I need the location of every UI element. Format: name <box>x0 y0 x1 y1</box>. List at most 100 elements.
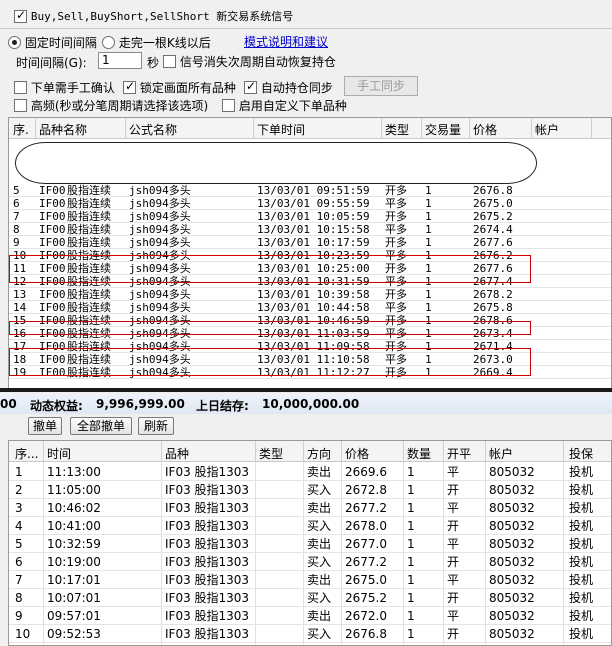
col-header[interactable]: 价格 <box>473 121 497 138</box>
cell-qty: 1 <box>425 197 432 210</box>
auto-sync-checkbox[interactable]: 自动持仓同步 <box>244 79 333 96</box>
radio-fixed-label: 固定时间间隔 <box>24 36 97 50</box>
cell-oc: 平 <box>447 609 460 623</box>
table-row[interactable]: 5 IF00 股指连续 jsh094多头 13/03/01 09:51:59 开多 1 267… <box>9 184 611 197</box>
cell-symbol: IF03 股指1303 <box>165 465 250 479</box>
table-row[interactable]: 2 11:05:00 IF03 股指1303 买入 2672.8 1 开 805032 投机 <box>9 481 611 499</box>
cell-type: 平多 <box>385 197 407 210</box>
signal-type-checkbox[interactable]: Buy,Sell,BuyShort,SellShort 新交易系统信号 <box>14 8 293 24</box>
orders-table-body: 1 11:13:00 IF03 股指1303 卖出 2669.6 1 平 805032 投机 2 1… <box>9 463 611 643</box>
table-row[interactable]: 3 10:46:02 IF03 股指1303 卖出 2677.2 1 平 805032 投机 <box>9 499 611 517</box>
high-frequency-checkbox[interactable]: 高频(秒或分笔周期请选择该选项) <box>14 97 208 114</box>
cell-time: 10:17:01 <box>47 573 101 587</box>
table-row[interactable]: 10 09:52:53 IF03 股指1303 买入 2676.8 1 开 805032 投机 <box>9 625 611 643</box>
col-header[interactable]: 时间 <box>47 445 71 462</box>
cell-price: 2677.6 <box>473 236 513 249</box>
orders-table-header: 序... 时间 品种 类型 方向 价格 数量 开平 帐户 投保 <box>9 441 611 462</box>
table-row[interactable]: 8 IF00 股指连续 jsh094多头 13/03/01 10:15:58 平多 1 267… <box>9 223 611 236</box>
cell-price: 2676.8 <box>473 184 513 197</box>
col-header[interactable]: 方向 <box>307 445 331 462</box>
table-row[interactable]: 7 IF00 股指连续 jsh094多头 13/03/01 10:05:59 开多 1 267… <box>9 210 611 223</box>
table-row[interactable]: 9 09:57:01 IF03 股指1303 卖出 2672.0 1 平 805032 投机 <box>9 607 611 625</box>
cell-type: 开多 <box>385 288 407 301</box>
manual-sync-button[interactable]: 手工同步 <box>344 76 418 96</box>
cell-type: 平多 <box>385 301 407 314</box>
col-header[interactable]: 类型 <box>259 445 283 462</box>
cell-dir: 买入 <box>307 555 332 569</box>
cell-formula: jsh094多头 <box>129 197 191 210</box>
checkbox-unchecked-icon <box>163 55 176 68</box>
table-row[interactable]: 1 11:13:00 IF03 股指1303 卖出 2669.6 1 平 805032 投机 <box>9 463 611 481</box>
table-row[interactable]: 5 10:32:59 IF03 股指1303 卖出 2677.0 1 平 805032 投机 <box>9 535 611 553</box>
cell-oc: 平 <box>447 537 460 551</box>
table-row[interactable]: 7 10:17:01 IF03 股指1303 卖出 2675.0 1 平 805032 投机 <box>9 571 611 589</box>
cell-oc: 开 <box>447 555 460 569</box>
col-header[interactable]: 交易量 <box>425 121 461 138</box>
col-header[interactable]: 帐户 <box>489 445 513 462</box>
cell-type: 开多 <box>385 210 407 223</box>
cell-code: IF00 <box>39 210 66 223</box>
table-row[interactable]: 6 10:19:00 IF03 股指1303 买入 2677.2 1 开 805032 投机 <box>9 553 611 571</box>
radio-after-bar[interactable]: 走完一根K线以后 <box>102 34 211 51</box>
table-row[interactable]: 6 IF00 股指连续 jsh094多头 13/03/01 09:55:59 平多 1 267… <box>9 197 611 210</box>
table-row[interactable]: 8 10:07:01 IF03 股指1303 买入 2675.2 1 开 805032 投机 <box>9 589 611 607</box>
table-row[interactable]: 4 10:41:00 IF03 股指1303 买入 2678.0 1 开 805032 投机 <box>9 517 611 535</box>
cell-acct: 805032 <box>489 483 535 497</box>
lock-all-checkbox[interactable]: 锁定画面所有品种 <box>123 79 236 96</box>
interval-input[interactable]: 1 <box>98 52 142 69</box>
radio-fixed-interval[interactable]: 固定时间间隔 <box>8 34 97 51</box>
checkbox-unchecked-icon <box>14 81 27 94</box>
refresh-button[interactable]: 刷新 <box>138 417 174 435</box>
cell-dir: 买入 <box>307 591 332 605</box>
col-header[interactable]: 帐户 <box>535 121 559 138</box>
cell-qty: 1 <box>407 501 415 515</box>
cell-price: 2677.0 <box>345 537 387 551</box>
cell-hedge: 投机 <box>569 537 594 551</box>
cell-formula: jsh094多头 <box>129 301 191 314</box>
col-header[interactable]: 序. <box>13 121 29 138</box>
col-header[interactable]: 投保 <box>569 445 593 462</box>
table-row[interactable]: 9 IF00 股指连续 jsh094多头 13/03/01 10:17:59 开多 1 267… <box>9 236 611 249</box>
cell-code: IF00 <box>39 184 66 197</box>
cell-no: 6 <box>13 197 20 210</box>
cell-symbol: IF03 股指1303 <box>165 537 250 551</box>
cell-symbol: IF03 股指1303 <box>165 555 250 569</box>
cell-name: 股指连续 <box>67 197 111 210</box>
col-header[interactable]: 序... <box>15 445 38 462</box>
checkbox-checked-icon <box>244 79 257 94</box>
cell-no: 13 <box>13 288 27 301</box>
cell-time: 10:07:01 <box>47 591 101 605</box>
table-row[interactable]: 14 IF00 股指连续 jsh094多头 13/03/01 10:44:58 平多 1 26… <box>9 301 611 314</box>
custom-order-checkbox[interactable]: 启用自定义下单品种 <box>222 97 347 114</box>
cell-oc: 开 <box>447 591 460 605</box>
cell-price: 2678.0 <box>345 519 387 533</box>
restore-position-checkbox[interactable]: 信号消失次周期自动恢复持仓 <box>163 53 336 70</box>
cell-symbol: IF03 股指1303 <box>165 519 250 533</box>
cell-price: 2677.2 <box>345 555 387 569</box>
cancel-order-button[interactable]: 撤单 <box>28 417 62 435</box>
lock-label: 锁定画面所有品种 <box>139 81 236 95</box>
cell-acct: 805032 <box>489 465 535 479</box>
status-fragment: 00 <box>0 397 17 411</box>
cell-oc: 平 <box>447 465 460 479</box>
col-header[interactable]: 品种 <box>165 445 189 462</box>
mode-help-link[interactable]: 模式说明和建议 <box>244 33 328 50</box>
cancel-all-button[interactable]: 全部撤单 <box>70 417 132 435</box>
cell-dir: 卖出 <box>307 573 332 587</box>
cell-name: 股指连续 <box>67 236 111 249</box>
col-header[interactable]: 品种名称 <box>39 121 87 138</box>
panel-divider <box>0 388 612 392</box>
table-row[interactable]: 13 IF00 股指连续 jsh094多头 13/03/01 10:39:58 开多 1 26… <box>9 288 611 301</box>
cell-code: IF00 <box>39 236 66 249</box>
col-header[interactable]: 数量 <box>407 445 431 462</box>
col-header[interactable]: 类型 <box>385 121 409 138</box>
col-header[interactable]: 开平 <box>447 445 471 462</box>
cell-time: 11:13:00 <box>47 465 101 479</box>
cell-qty: 1 <box>425 184 432 197</box>
manual-confirm-checkbox[interactable]: 下单需手工确认 <box>14 79 115 96</box>
col-header[interactable]: 下单时间 <box>257 121 305 138</box>
cell-no: 3 <box>15 501 23 515</box>
col-header[interactable]: 公式名称 <box>129 121 177 138</box>
cell-name: 股指连续 <box>67 288 111 301</box>
col-header[interactable]: 价格 <box>345 445 369 462</box>
